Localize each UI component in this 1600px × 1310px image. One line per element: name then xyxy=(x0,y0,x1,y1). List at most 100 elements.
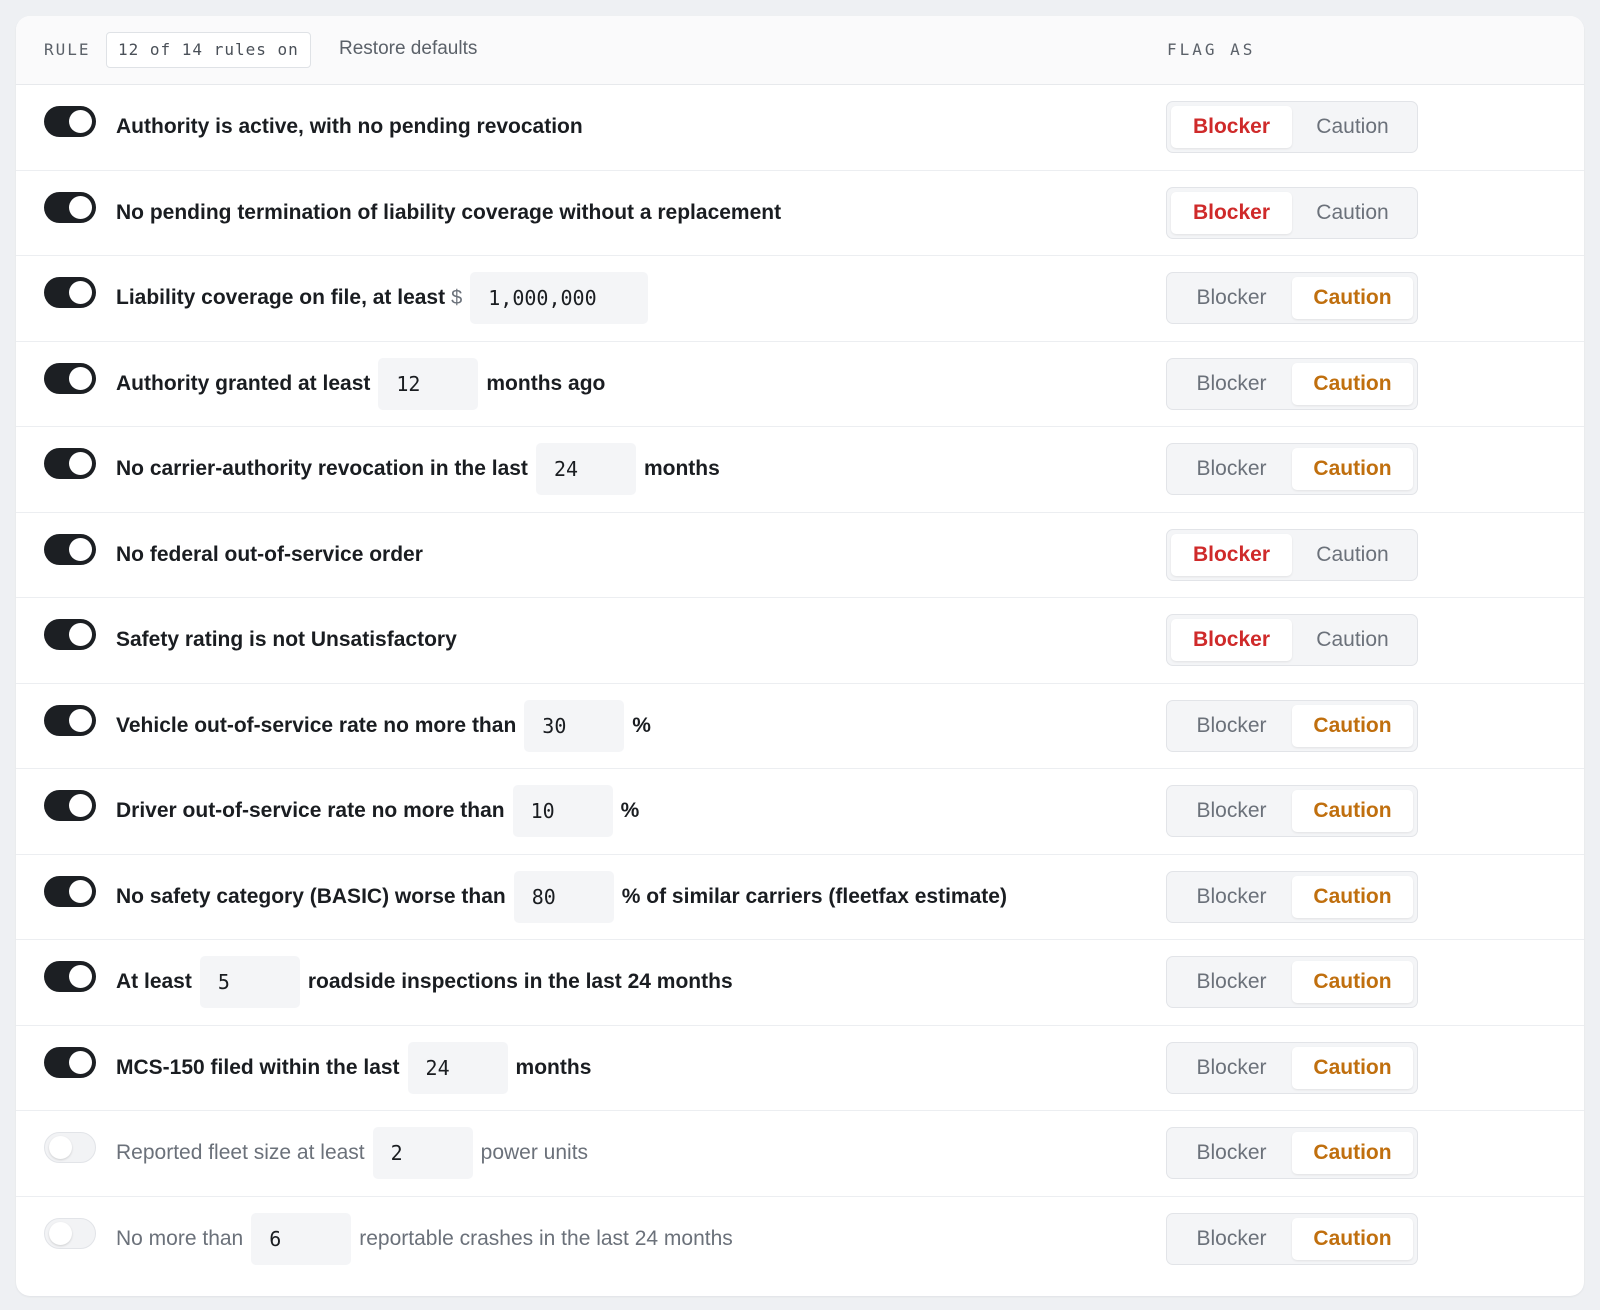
rule-value-input[interactable]: 24 xyxy=(535,443,636,495)
toggle-knob xyxy=(69,452,92,475)
rules-list: Authority is active, with no pending rev… xyxy=(16,85,1584,1281)
rule-row: Safety rating is not Unsatisfactory Bloc… xyxy=(16,598,1584,684)
toggle-knob xyxy=(49,1221,72,1245)
rule-text: No more than xyxy=(116,1226,244,1250)
rule-label: Safety rating is not Unsatisfactory xyxy=(116,614,457,666)
flag-option-caution[interactable]: Caution xyxy=(1292,1046,1413,1089)
flag-option-caution[interactable]: Caution xyxy=(1292,619,1413,661)
rule-label: At least 5 roadside inspections in the l… xyxy=(116,956,733,1008)
rule-text-suffix: % of similar carriers (fleetfax estimate… xyxy=(621,884,1007,908)
toggle-knob xyxy=(69,366,92,390)
toggle-knob xyxy=(69,281,92,304)
rule-text-suffix: power units xyxy=(480,1141,589,1164)
rule-value-input[interactable]: 6 xyxy=(251,1212,352,1265)
rule-value-input[interactable]: 80 xyxy=(513,870,614,923)
rule-text: At least xyxy=(116,970,192,993)
rule-value-input[interactable]: 10 xyxy=(512,785,613,837)
rule-row: No carrier-authority revocation in the l… xyxy=(16,427,1584,513)
toggle-knob xyxy=(49,1136,72,1159)
rule-text-suffix: months xyxy=(515,1055,592,1079)
rule-toggle[interactable] xyxy=(44,875,96,907)
rule-value-input[interactable]: 5 xyxy=(199,956,300,1008)
rule-text-suffix: % xyxy=(632,713,651,737)
flag-option-caution[interactable]: Caution xyxy=(1292,106,1413,148)
flag-selector: Blocker Caution xyxy=(1166,1127,1418,1179)
rule-label: Reported fleet size at least 2 power uni… xyxy=(116,1127,588,1179)
rule-toggle[interactable] xyxy=(44,277,96,308)
flag-option-caution[interactable]: Caution xyxy=(1292,448,1413,490)
rules-card: RULE 12 of 14 rules on Restore defaults … xyxy=(16,16,1584,1296)
rule-row: Authority granted at least 12 months ago… xyxy=(16,342,1584,427)
flag-option-caution[interactable]: Caution xyxy=(1292,790,1413,832)
flag-option-caution[interactable]: Caution xyxy=(1292,961,1413,1003)
flag-option-blocker[interactable]: Blocker xyxy=(1171,705,1292,747)
flag-option-blocker[interactable]: Blocker xyxy=(1171,448,1292,490)
flag-option-blocker[interactable]: Blocker xyxy=(1171,619,1292,661)
flag-option-blocker[interactable]: Blocker xyxy=(1171,961,1292,1003)
flag-option-blocker[interactable]: Blocker xyxy=(1171,790,1292,832)
rules-count-badge: 12 of 14 rules on xyxy=(106,32,311,68)
rule-row: Vehicle out-of-service rate no more than… xyxy=(16,684,1584,769)
toggle-knob xyxy=(69,708,92,732)
rule-column-header: RULE xyxy=(44,40,91,59)
rule-label: Authority granted at least 12 months ago xyxy=(116,357,606,410)
flag-selector: Blocker Caution xyxy=(1166,785,1418,837)
rule-text: Authority is active, with no pending rev… xyxy=(116,115,583,138)
rule-text: MCS-150 filed within the last xyxy=(116,1055,400,1079)
rule-text: Reported fleet size at least xyxy=(116,1141,365,1164)
flag-selector: Blocker Caution xyxy=(1166,443,1418,495)
rule-toggle[interactable] xyxy=(44,1046,96,1078)
rule-toggle[interactable] xyxy=(44,106,96,137)
rule-text-suffix: months ago xyxy=(486,371,606,395)
flag-option-caution[interactable]: Caution xyxy=(1292,704,1413,747)
rule-toggle[interactable] xyxy=(44,1132,96,1163)
toggle-knob xyxy=(69,195,92,219)
rule-value-input[interactable]: 2 xyxy=(372,1127,473,1179)
flag-option-caution[interactable]: Caution xyxy=(1292,362,1413,405)
restore-defaults-button[interactable]: Restore defaults xyxy=(339,38,477,60)
flag-option-blocker[interactable]: Blocker xyxy=(1171,106,1292,148)
rule-label: No federal out-of-service order xyxy=(116,529,423,581)
rule-value-input[interactable]: 12 xyxy=(378,357,479,410)
rule-toggle[interactable] xyxy=(44,533,96,565)
rule-toggle[interactable] xyxy=(44,704,96,736)
flag-option-caution[interactable]: Caution xyxy=(1292,875,1413,918)
rule-row: Authority is active, with no pending rev… xyxy=(16,85,1584,171)
flag-selector: Blocker Caution xyxy=(1166,1212,1418,1265)
flag-option-caution[interactable]: Caution xyxy=(1292,277,1413,319)
rule-row: No safety category (BASIC) worse than 80… xyxy=(16,855,1584,940)
rule-value-input[interactable]: 1,000,000 xyxy=(470,272,649,324)
flag-option-caution[interactable]: Caution xyxy=(1292,534,1413,576)
flag-option-caution[interactable]: Caution xyxy=(1292,192,1413,234)
flag-option-blocker[interactable]: Blocker xyxy=(1171,1218,1292,1260)
flag-option-blocker[interactable]: Blocker xyxy=(1171,191,1292,234)
rule-text: Liability coverage on file, at least xyxy=(116,286,446,309)
rule-text: Vehicle out-of-service rate no more than xyxy=(116,713,517,737)
flag-option-blocker[interactable]: Blocker xyxy=(1171,533,1292,576)
rule-text-suffix: % xyxy=(620,799,640,822)
flag-option-blocker[interactable]: Blocker xyxy=(1171,363,1292,405)
flag-option-blocker[interactable]: Blocker xyxy=(1171,1047,1292,1089)
toggle-knob xyxy=(69,965,92,988)
rule-toggle[interactable] xyxy=(44,619,96,650)
toggle-knob xyxy=(69,1050,92,1074)
rule-toggle[interactable] xyxy=(44,362,96,394)
toggle-knob xyxy=(69,623,92,646)
toggle-knob xyxy=(69,794,92,817)
rule-toggle[interactable] xyxy=(44,961,96,992)
flag-option-caution[interactable]: Caution xyxy=(1292,1132,1413,1174)
flag-option-blocker[interactable]: Blocker xyxy=(1171,1132,1292,1174)
flag-selector: Blocker Caution xyxy=(1166,528,1418,581)
rule-label: No more than 6 reportable crashes in the… xyxy=(116,1212,733,1265)
flag-option-blocker[interactable]: Blocker xyxy=(1171,876,1292,918)
flag-option-blocker[interactable]: Blocker xyxy=(1171,277,1292,319)
rule-toggle[interactable] xyxy=(44,191,96,223)
rule-value-input[interactable]: 24 xyxy=(407,1041,508,1094)
rule-toggle[interactable] xyxy=(44,448,96,479)
rule-text: Authority granted at least xyxy=(116,371,371,395)
rule-toggle[interactable] xyxy=(44,790,96,821)
flag-option-caution[interactable]: Caution xyxy=(1292,1217,1413,1260)
rule-value-input[interactable]: 30 xyxy=(524,699,625,752)
rule-row: At least 5 roadside inspections in the l… xyxy=(16,940,1584,1026)
rule-toggle[interactable] xyxy=(44,1217,96,1249)
